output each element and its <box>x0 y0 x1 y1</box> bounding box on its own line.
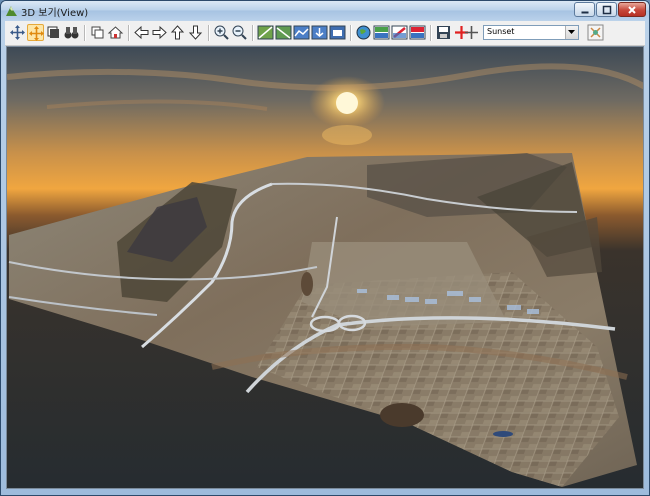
sky-select-value: Sunset <box>487 27 515 36</box>
toolbar-separator <box>208 25 210 41</box>
settings-icon[interactable] <box>587 24 604 41</box>
3d-viewport[interactable] <box>6 46 644 489</box>
terrain-tool-1-icon[interactable] <box>257 24 274 41</box>
title-bar[interactable]: 3D 보기(View) <box>1 1 649 20</box>
3d-view-window: 3D 보기(View) Sunset <box>0 0 650 496</box>
toolbar-separator <box>430 25 432 41</box>
globe-icon[interactable] <box>355 24 372 41</box>
chevron-down-icon[interactable] <box>565 26 578 39</box>
zoom-in-icon[interactable] <box>213 24 230 41</box>
arrow-up-icon[interactable] <box>169 24 186 41</box>
image-layer-3-icon[interactable] <box>409 24 426 41</box>
minimize-icon <box>581 11 588 13</box>
toolbar-separator <box>128 25 130 41</box>
3d-scene[interactable] <box>7 47 644 489</box>
toolbar: Sunset <box>5 21 645 46</box>
plus-icon[interactable] <box>463 24 480 41</box>
3d-app-icon <box>6 6 17 16</box>
layer-stack-icon[interactable] <box>45 24 62 41</box>
toolbar-separator <box>350 25 352 41</box>
minimize-button[interactable] <box>574 2 595 17</box>
terrain-tool-4-icon[interactable] <box>311 24 328 41</box>
sky-select[interactable]: Sunset <box>483 25 579 40</box>
save-icon[interactable] <box>435 24 452 41</box>
arrow-down-icon[interactable] <box>187 24 204 41</box>
arrow-left-icon[interactable] <box>133 24 150 41</box>
image-layer-2-icon[interactable] <box>391 24 408 41</box>
terrain-tool-3-icon[interactable] <box>293 24 310 41</box>
maximize-icon <box>602 5 611 14</box>
toolbar-separator <box>84 25 86 41</box>
maximize-button[interactable] <box>596 2 617 17</box>
home-icon[interactable] <box>107 24 124 41</box>
close-icon <box>628 5 636 14</box>
copy-view-icon[interactable] <box>89 24 106 41</box>
zoom-out-icon[interactable] <box>231 24 248 41</box>
terrain-tool-2-icon[interactable] <box>275 24 292 41</box>
move-arrows-icon[interactable] <box>9 24 26 41</box>
window-title: 3D 보기(View) <box>21 8 89 19</box>
binoculars-icon[interactable] <box>63 24 80 41</box>
arrow-right-icon[interactable] <box>151 24 168 41</box>
terrain-tool-5-icon[interactable] <box>329 24 346 41</box>
close-button[interactable] <box>618 2 646 17</box>
toolbar-separator <box>252 25 254 41</box>
image-layer-1-icon[interactable] <box>373 24 390 41</box>
pan-hand-icon[interactable] <box>27 24 44 41</box>
